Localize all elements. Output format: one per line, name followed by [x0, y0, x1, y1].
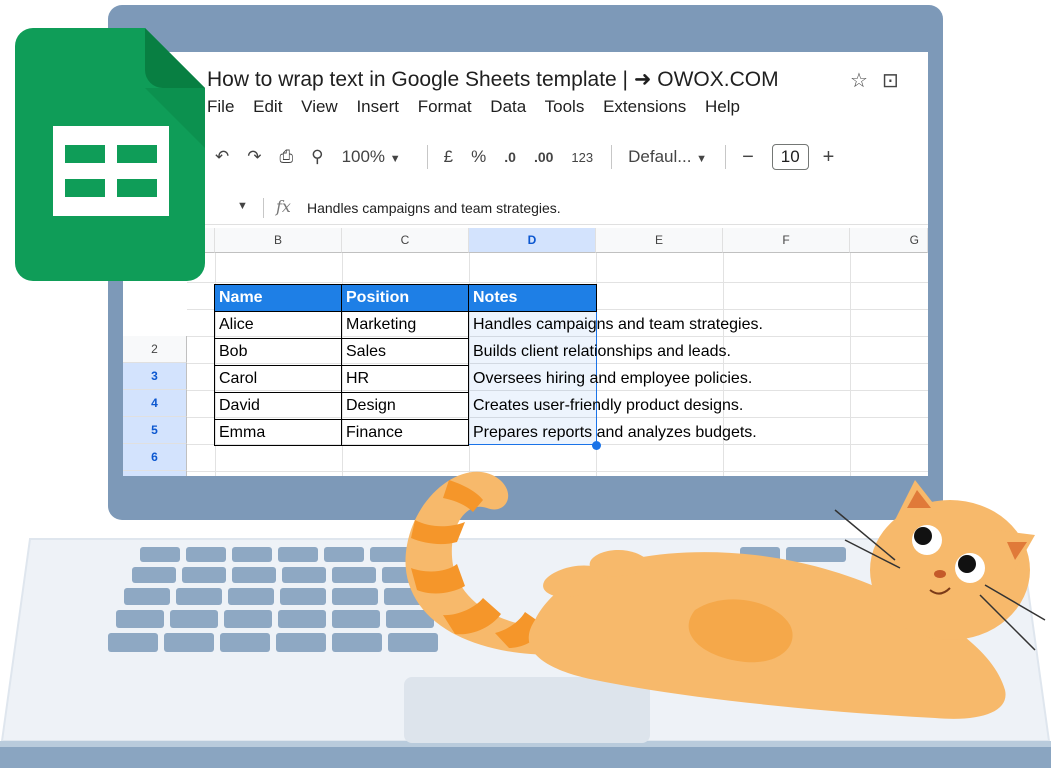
- table-cell-position[interactable]: Finance: [342, 420, 469, 446]
- table-border: [468, 284, 469, 446]
- table-cell-position[interactable]: Design: [342, 393, 469, 419]
- orange-cat-mascot: [405, 471, 1046, 719]
- table-header-name[interactable]: Name: [215, 285, 342, 311]
- table-cell-position[interactable]: Marketing: [342, 312, 469, 338]
- table-cell-notes[interactable]: Creates user-friendly product designs.: [469, 393, 743, 419]
- table-border: [341, 284, 342, 446]
- spreadsheet-window: How to wrap text in Google Sheets templa…: [123, 52, 928, 476]
- table-cell-notes[interactable]: Prepares reports and analyzes budgets.: [469, 420, 757, 446]
- table-border: [214, 311, 597, 312]
- gridline: [187, 282, 928, 283]
- table-cell-name[interactable]: Alice: [215, 312, 342, 338]
- table-cell-name[interactable]: David: [215, 393, 342, 419]
- table-header-notes[interactable]: Notes: [469, 285, 596, 311]
- google-sheets-logo: [15, 28, 205, 281]
- table-cell-position[interactable]: Sales: [342, 339, 469, 365]
- table-cell-name[interactable]: Emma: [215, 420, 342, 446]
- table-cell-notes[interactable]: Oversees hiring and employee policies.: [469, 366, 752, 392]
- sheet-cells: Name Position Notes Alice Marketing Hand…: [123, 52, 928, 476]
- table-cell-name[interactable]: Bob: [215, 339, 342, 365]
- fill-handle[interactable]: [592, 441, 601, 450]
- table-cell-notes[interactable]: Handles campaigns and team strategies.: [469, 312, 763, 338]
- table-cell-position[interactable]: HR: [342, 366, 469, 392]
- gridline: [850, 253, 851, 476]
- table-border: [214, 284, 597, 285]
- table-header-position[interactable]: Position: [342, 285, 469, 311]
- table-border: [596, 284, 597, 312]
- table-cell-name[interactable]: Carol: [215, 366, 342, 392]
- table-border: [214, 284, 215, 446]
- table-cell-notes[interactable]: Builds client relationships and leads.: [469, 339, 731, 365]
